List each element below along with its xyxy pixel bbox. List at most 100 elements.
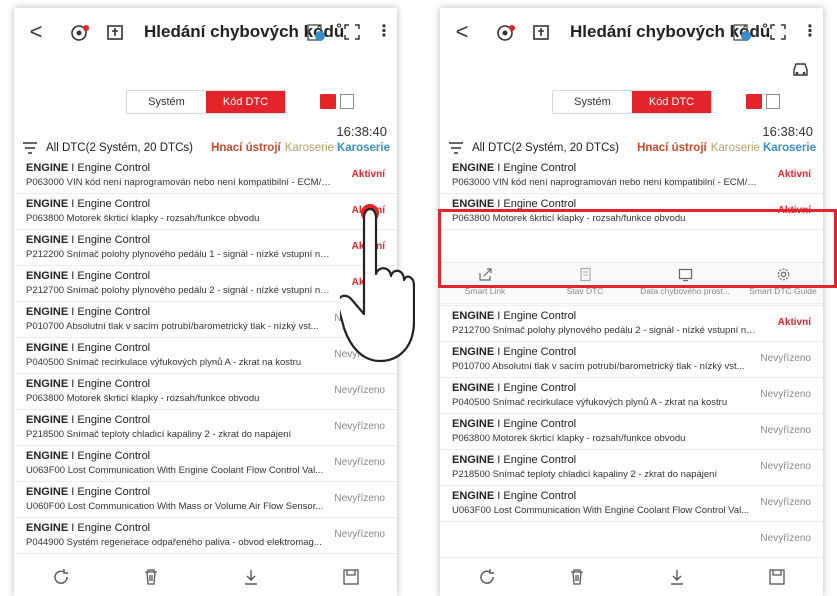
all-dtc-label: All DTC(2 Systém, 20 DTCs)	[472, 142, 619, 154]
dtc-status: Nevyřízeno	[760, 533, 811, 544]
dtc-code-description: U063F00 Lost Communication With Engine C…	[26, 465, 324, 476]
dtc-code-description: P040500 Snímač recirkulace výfukových pl…	[452, 397, 728, 408]
vehicle-scan-icon[interactable]	[496, 24, 516, 42]
dtc-summary: All DTC(2 Systém, 20 DTCs) Hnací ústrojí…	[22, 140, 390, 156]
filter-icon[interactable]	[22, 141, 38, 155]
list-view-icon[interactable]	[746, 94, 762, 109]
refresh-icon[interactable]	[52, 568, 70, 586]
export-icon[interactable]	[106, 23, 124, 41]
save-icon[interactable]	[768, 568, 786, 586]
separator: I	[494, 418, 504, 430]
system-name: ENGINE	[452, 490, 495, 502]
filter-powertrain[interactable]: Hnací ústrojí	[637, 142, 707, 154]
dtc-system: ENGINE I Engine Control	[26, 342, 150, 354]
delete-icon[interactable]	[568, 568, 586, 586]
filter-icon[interactable]	[448, 141, 464, 155]
dtc-status: Nevyřízeno	[334, 385, 385, 396]
dtc-code-description: P010700 Absolutní tlak v sacím potrubí/b…	[26, 321, 319, 332]
filter-powertrain[interactable]: Hnací ústrojí	[211, 142, 281, 154]
grid-view-icon[interactable]	[766, 94, 780, 109]
subsystem-name: Engine Control	[503, 454, 577, 466]
app-bar: < Hledání chybových kódů ⋮	[440, 8, 823, 56]
subsystem-name: Engine Control	[77, 450, 151, 462]
list-view-icon[interactable]	[320, 94, 336, 109]
back-button[interactable]: <	[26, 20, 46, 44]
vehicle-scan-icon[interactable]	[70, 24, 90, 42]
dtc-row[interactable]: ENGINE I Engine Control P044900 Systém re…	[14, 518, 397, 554]
refresh-icon[interactable]	[478, 568, 496, 586]
dtc-code-description: P212700 Snímač polohy plynového pedálu 2…	[452, 325, 758, 336]
dtc-row[interactable]: ENGINE I Engine Control P063800 Motorek š…	[14, 374, 397, 410]
subsystem-name: Engine Control	[77, 162, 151, 174]
tab-dtc[interactable]: Kód DTC	[632, 91, 711, 113]
report-icon[interactable]	[732, 23, 752, 42]
fullscreen-icon[interactable]	[344, 24, 360, 40]
dtc-row[interactable]: ENGINE I Engine Control P212700 Snímač po…	[440, 306, 823, 342]
vehicle-icon[interactable]	[791, 60, 811, 78]
dtc-row[interactable]: ENGINE I Engine Control U060F00 Lost Comm…	[14, 482, 397, 518]
separator: I	[494, 310, 504, 322]
dtc-system: ENGINE I Engine Control	[452, 346, 576, 358]
dtc-row[interactable]: Nevyřízeno	[440, 522, 823, 558]
separator: I	[494, 490, 504, 502]
dtc-summary: All DTC(2 Systém, 20 DTCs) Hnací ústrojí…	[448, 140, 816, 156]
more-menu-button[interactable]: ⋮	[802, 21, 818, 43]
app-bar: < Hledání chybových kódů ⋮	[14, 8, 397, 56]
tab-system[interactable]: Systém	[553, 91, 632, 113]
dtc-code-description: U060F00 Lost Communication With Mass or …	[26, 501, 324, 512]
dtc-status: Nevyřízeno	[760, 389, 811, 400]
dtc-code-description: P218500 Snímač teploty chladicí kapaliny…	[452, 469, 718, 480]
system-name: ENGINE	[26, 342, 69, 354]
dtc-row[interactable]: ENGINE I Engine Control P040500 Snímač re…	[440, 378, 823, 414]
download-icon[interactable]	[242, 568, 260, 586]
dtc-status: Aktivní	[351, 169, 385, 180]
filter-body-active[interactable]: Karoserie	[763, 142, 816, 154]
dtc-status: Nevyřízeno	[760, 461, 811, 472]
separator: I	[68, 198, 78, 210]
dtc-row[interactable]: ENGINE I Engine Control P063800 Motorek š…	[440, 414, 823, 450]
more-menu-button[interactable]: ⋮	[376, 21, 392, 43]
grid-view-icon[interactable]	[340, 94, 354, 109]
export-icon[interactable]	[532, 23, 550, 41]
bottom-toolbar	[14, 562, 397, 596]
separator: I	[68, 162, 78, 174]
dtc-status: Aktivní	[777, 317, 811, 328]
dtc-system: ENGINE I Engine Control	[452, 310, 576, 322]
download-icon[interactable]	[668, 568, 686, 586]
subsystem-name: Engine Control	[77, 234, 151, 246]
dtc-system: ENGINE I Engine Control	[452, 382, 576, 394]
dtc-system: ENGINE I Engine Control	[26, 234, 150, 246]
dtc-row[interactable]: ENGINE I Engine Control U063F00 Lost Comm…	[440, 486, 823, 522]
dtc-row[interactable]: ENGINE I Engine Control U063F00 Lost Comm…	[14, 446, 397, 482]
separator: I	[68, 414, 78, 426]
dtc-code-description: P063000 VIN kód není naprogramován nebo …	[452, 177, 758, 188]
system-name: ENGINE	[26, 234, 69, 246]
separator: I	[494, 454, 504, 466]
highlight-box	[438, 209, 837, 288]
dtc-status: Nevyřízeno	[760, 425, 811, 436]
filter-body[interactable]: Karoserie	[711, 142, 760, 154]
fullscreen-icon[interactable]	[770, 24, 786, 40]
back-button[interactable]: <	[452, 20, 472, 44]
subsystem-name: Engine Control	[503, 162, 577, 174]
system-name: ENGINE	[452, 162, 495, 174]
separator: I	[68, 486, 78, 498]
dtc-code-description: P212200 Snímač polohy plynového pedálu 1…	[26, 249, 332, 260]
dtc-row[interactable]: ENGINE I Engine Control P063000 VIN kód n…	[14, 158, 397, 194]
dtc-row[interactable]: ENGINE I Engine Control P010700 Absolutní…	[440, 342, 823, 378]
system-name: ENGINE	[452, 310, 495, 322]
tab-system[interactable]: Systém	[127, 91, 206, 113]
separator: I	[68, 234, 78, 246]
filter-body-active[interactable]: Karoserie	[337, 142, 390, 154]
report-icon[interactable]	[306, 23, 326, 42]
tab-dtc[interactable]: Kód DTC	[206, 91, 285, 113]
system-name: ENGINE	[26, 378, 69, 390]
separator: I	[68, 522, 78, 534]
save-icon[interactable]	[342, 568, 360, 586]
dtc-row[interactable]: ENGINE I Engine Control P218500 Snímač te…	[14, 410, 397, 446]
delete-icon[interactable]	[142, 568, 160, 586]
dtc-row[interactable]: ENGINE I Engine Control P063000 VIN kód n…	[440, 158, 823, 194]
timestamp: 16:38:40	[762, 124, 813, 139]
filter-body[interactable]: Karoserie	[285, 142, 334, 154]
dtc-row[interactable]: ENGINE I Engine Control P218500 Snímač te…	[440, 450, 823, 486]
